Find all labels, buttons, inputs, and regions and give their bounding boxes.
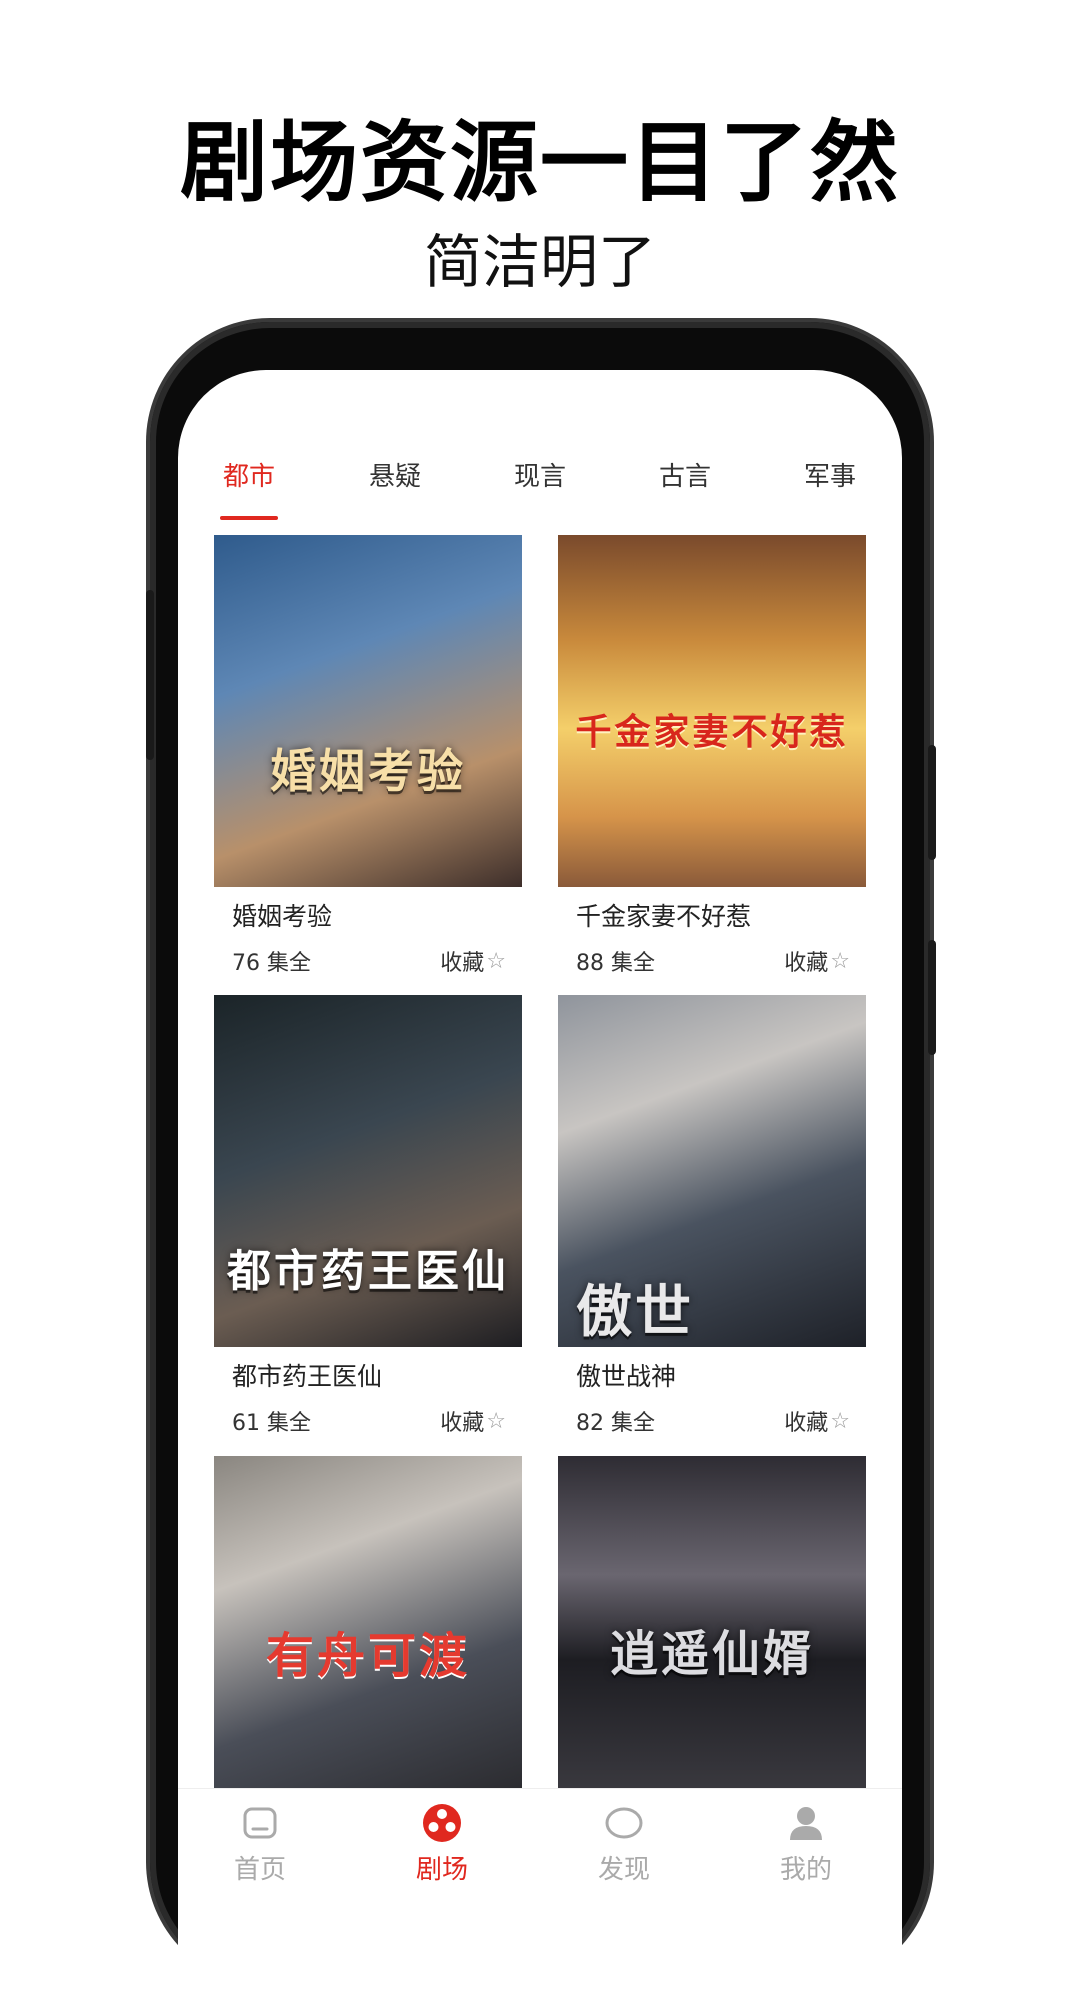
nav-theater-label: 剧场 [415, 1855, 468, 1885]
poster-title-art: 婚姻考验 [270, 744, 466, 798]
drama-title: 婚姻考验 [232, 902, 333, 931]
star-outline-icon: ☆ [486, 1408, 506, 1434]
nav-profile[interactable]: 我的 [746, 1801, 866, 1886]
drama-poster[interactable]: 都市药王医仙 [214, 995, 522, 1347]
poster-title-art: 都市药王医仙 [227, 1246, 509, 1297]
poster-title-art: 傲世 [576, 1280, 694, 1345]
drama-card[interactable]: 傲世 傲世战神 82 集全 收藏 ☆ [558, 995, 866, 1439]
favorite-button[interactable]: 收藏 ☆ [784, 945, 850, 977]
poster-title-art: 千金家妻不好惹 [575, 712, 849, 753]
tab-dushi[interactable]: 都市 [194, 456, 304, 493]
poster-title-art: 有舟可渡 [265, 1628, 470, 1684]
drama-title: 都市药王医仙 [232, 1362, 383, 1391]
discover-icon [564, 1801, 684, 1845]
episode-count: 76 集全 [232, 951, 311, 976]
nav-profile-label: 我的 [779, 1855, 832, 1885]
favorite-label: 收藏 [440, 951, 485, 976]
poster-title-art: 逍遥仙婿 [609, 1626, 814, 1682]
star-outline-icon: ☆ [830, 1408, 850, 1434]
drama-card[interactable]: 婚姻考验 婚姻考验 76 集全 收藏 ☆ [214, 535, 522, 979]
drama-meta: 88 集全 收藏 ☆ [558, 939, 866, 979]
home-icon [200, 1801, 320, 1845]
favorite-button[interactable]: 收藏 ☆ [440, 1405, 506, 1437]
tab-xuanyi[interactable]: 悬疑 [340, 456, 450, 493]
profile-icon [746, 1801, 866, 1845]
drama-card[interactable]: 千金家妻不好惹 千金家妻不好惹 88 集全 收藏 ☆ [558, 535, 866, 979]
favorite-label: 收藏 [784, 1411, 829, 1436]
theater-reel-icon [382, 1801, 502, 1845]
favorite-label: 收藏 [784, 951, 829, 976]
drama-poster[interactable]: 千金家妻不好惹 [558, 535, 866, 887]
drama-title: 傲世战神 [576, 1362, 677, 1391]
star-outline-icon: ☆ [486, 948, 506, 974]
star-outline-icon: ☆ [830, 948, 850, 974]
drama-meta: 61 集全 收藏 ☆ [214, 1399, 522, 1439]
category-tabs: 都市 悬疑 现言 古言 军事 [178, 456, 902, 526]
drama-card[interactable]: 都市药王医仙 都市药王医仙 61 集全 收藏 ☆ [214, 995, 522, 1439]
nav-theater[interactable]: 剧场 [382, 1801, 502, 1886]
episode-count: 88 集全 [576, 951, 655, 976]
phone-side-button-left [146, 590, 154, 760]
drama-poster[interactable]: 逍遥仙婿 [558, 1456, 866, 1796]
drama-card[interactable]: 有舟可渡 [214, 1456, 522, 1796]
drama-meta: 82 集全 收藏 ☆ [558, 1399, 866, 1439]
tab-guyan[interactable]: 古言 [630, 456, 740, 493]
tab-junshi[interactable]: 军事 [775, 456, 885, 493]
drama-card[interactable]: 逍遥仙婿 [558, 1456, 866, 1796]
episode-count: 82 集全 [576, 1411, 655, 1436]
tab-xianyan[interactable]: 现言 [485, 456, 595, 493]
nav-discover[interactable]: 发现 [564, 1801, 684, 1886]
drama-meta: 76 集全 收藏 ☆ [214, 939, 522, 979]
active-tab-underline [220, 516, 278, 520]
drama-poster[interactable]: 婚姻考验 [214, 535, 522, 887]
episode-count: 61 集全 [232, 1411, 311, 1436]
bottom-nav: 首页 剧场 发现 我的 [178, 1788, 902, 1899]
promo-subline: 简洁明了 [423, 228, 656, 296]
nav-discover-label: 发现 [597, 1855, 650, 1885]
favorite-button[interactable]: 收藏 ☆ [784, 1405, 850, 1437]
drama-poster[interactable]: 傲世 [558, 995, 866, 1347]
phone-side-button-right-2 [928, 940, 936, 1055]
favorite-label: 收藏 [440, 1411, 485, 1436]
app-screen: 都市 悬疑 现言 古言 军事 婚姻考验 婚姻考验 76 集全 收藏 ☆ 千金家妻不… [178, 370, 902, 1990]
nav-home[interactable]: 首页 [200, 1801, 320, 1886]
drama-title: 千金家妻不好惹 [576, 902, 752, 931]
drama-poster[interactable]: 有舟可渡 [214, 1456, 522, 1796]
nav-home-label: 首页 [233, 1855, 286, 1885]
promo-headline: 剧场资源一目了然 [179, 111, 900, 214]
favorite-button[interactable]: 收藏 ☆ [440, 945, 506, 977]
phone-side-button-right-1 [928, 745, 936, 860]
